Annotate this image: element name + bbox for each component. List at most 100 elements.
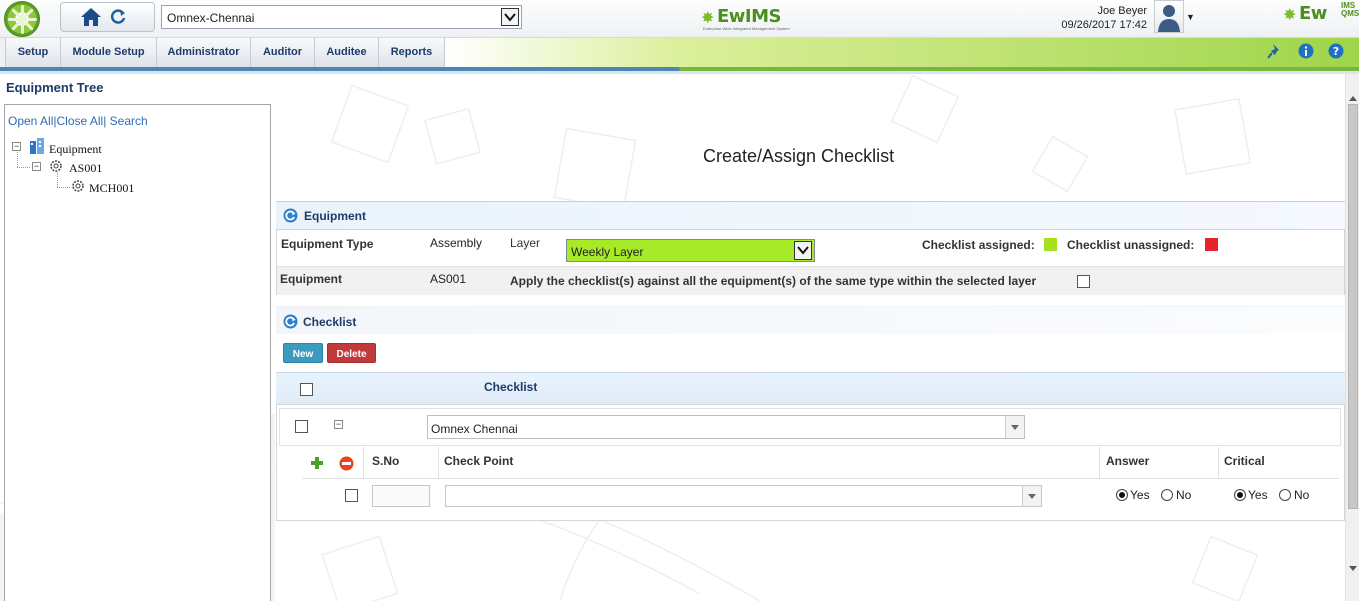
add-row-icon[interactable] (310, 456, 324, 470)
scroll-down-icon[interactable] (1349, 566, 1357, 571)
tree-connector (17, 152, 18, 167)
column-divider (363, 447, 364, 479)
column-divider (1218, 447, 1219, 479)
chevron-down-icon[interactable] (794, 241, 812, 260)
critical-no-radio[interactable] (1279, 489, 1291, 501)
checklist-unassigned-label: Checklist unassigned: (1067, 238, 1195, 252)
location-select[interactable]: Omnex-Chennai (161, 5, 522, 29)
nav-button-group (60, 2, 155, 32)
pin-icon[interactable] (1267, 43, 1283, 59)
top-header: Omnex-Chennai ✸ EwIMS Enterprise-Wide In… (0, 0, 1359, 38)
dropdown-arrow-icon[interactable] (1005, 416, 1024, 438)
info-icon[interactable] (1298, 43, 1314, 59)
column-divider (438, 447, 439, 479)
ewims-tagline: Enterprise-Wide Integrated Management Sy… (703, 26, 790, 31)
tree-title: Equipment Tree (6, 80, 104, 95)
column-divider (1099, 447, 1100, 479)
answer-no-radio[interactable] (1161, 489, 1173, 501)
refresh-icon[interactable] (283, 208, 298, 223)
svg-text:?: ? (1333, 45, 1339, 58)
select-all-checkbox[interactable] (300, 383, 313, 396)
group-row-checkbox[interactable] (295, 420, 308, 433)
equipment-row: Equipment AS001 Apply the checklist(s) a… (277, 266, 1344, 295)
equipment-label: Equipment (280, 272, 342, 286)
menu-auditee[interactable]: Auditee (315, 38, 379, 67)
gear-icon (50, 160, 62, 172)
vertical-scrollbar[interactable] (1345, 74, 1359, 601)
tree-connector (17, 167, 30, 168)
remove-row-icon[interactable] (339, 456, 354, 471)
menu-module-setup[interactable]: Module Setup (61, 38, 157, 67)
layer-select-value: Weekly Layer (571, 245, 644, 259)
tree-node-equipment[interactable]: Equipment (49, 142, 102, 157)
critical-yes-label: Yes (1248, 488, 1268, 502)
equipment-details: Equipment Type Assembly Layer Weekly Lay… (276, 229, 1345, 295)
checkpoint-row-checkbox[interactable] (345, 489, 358, 502)
equipment-type-label: Equipment Type (281, 237, 374, 251)
page-title: Create/Assign Checklist (703, 146, 895, 166)
delete-button[interactable]: Delete (327, 343, 376, 363)
checklist-section-title: Checklist (303, 315, 357, 329)
layer-label: Layer (510, 236, 541, 250)
sno-column-header: S.No (372, 454, 400, 468)
layer-select[interactable]: Weekly Layer (566, 239, 815, 262)
refresh-icon[interactable] (283, 314, 298, 329)
ewqms-superscript: IMS QMS (1341, 2, 1359, 18)
menu-auditor[interactable]: Auditor (251, 38, 315, 67)
answer-no-label: No (1176, 488, 1192, 502)
equipment-folder-icon (30, 138, 44, 154)
tree-node-mch001[interactable]: MCH001 (89, 181, 134, 196)
answer-yes-label: Yes (1130, 488, 1150, 502)
home-icon[interactable] (80, 6, 102, 28)
dropdown-arrow-icon[interactable] (1022, 486, 1041, 506)
user-menu-caret-icon[interactable]: ▼ (1186, 12, 1195, 22)
tree-connector (57, 172, 58, 187)
gear-icon (72, 180, 84, 192)
group-collapse-icon[interactable]: − (334, 420, 343, 429)
answer-column-header: Answer (1106, 454, 1150, 468)
new-button[interactable]: New (283, 343, 323, 363)
assigned-legend-swatch (1044, 238, 1057, 251)
tree-collapse-icon[interactable]: − (12, 142, 21, 151)
ewqms-logo: ✸ Ew IMS QMS (1283, 2, 1359, 30)
help-icon[interactable]: ? (1328, 43, 1344, 59)
menu-administrator[interactable]: Administrator (157, 38, 251, 67)
tree-collapse-icon[interactable]: − (32, 162, 41, 171)
apply-same-type-label: Apply the checklist(s) against all the e… (510, 274, 1037, 288)
menu-setup[interactable]: Setup (5, 38, 61, 67)
critical-yes-radio[interactable] (1234, 489, 1246, 501)
chevron-down-icon[interactable] (501, 8, 519, 26)
user-avatar-icon[interactable] (1154, 0, 1184, 33)
refresh-icon[interactable] (109, 8, 127, 26)
check-point-combo[interactable] (445, 485, 1042, 507)
app-logo-icon[interactable] (4, 1, 40, 37)
checklist-section-header: Checklist (276, 306, 1345, 334)
checklist-group-combo[interactable]: Omnex Chennai (427, 415, 1025, 439)
apply-same-type-checkbox[interactable] (1077, 275, 1090, 288)
tree-links: Open All|Close All| Search (8, 114, 148, 128)
scrollbar-thumb[interactable] (1348, 104, 1358, 509)
equipment-value: AS001 (430, 272, 467, 286)
checklist-group-value: Omnex Chennai (431, 422, 518, 436)
ewims-logo: ✸ EwIMS Enterprise-Wide Integrated Manag… (701, 6, 791, 32)
open-all-link[interactable]: Open All (8, 114, 53, 128)
equipment-type-value: Assembly (430, 236, 483, 250)
answer-yes-radio[interactable] (1116, 489, 1128, 501)
search-link[interactable]: Search (110, 114, 148, 128)
main-menu-bar: Setup Module Setup Administrator Auditor… (0, 38, 1359, 68)
checkpoint-row: Yes No Yes No (302, 479, 1339, 511)
sno-input[interactable] (372, 485, 430, 507)
close-all-link[interactable]: Close All (57, 114, 104, 128)
menu-stripe-light (0, 71, 1359, 74)
user-name: Joe Beyer (1097, 5, 1147, 17)
checklist-group-row: − Omnex Chennai (279, 408, 1341, 446)
scroll-up-icon[interactable] (1349, 96, 1357, 101)
menu-reports[interactable]: Reports (379, 38, 445, 67)
critical-column-header: Critical (1224, 454, 1265, 468)
tree-connector (57, 187, 70, 188)
equipment-section-header: Equipment (276, 201, 1345, 229)
unassigned-legend-swatch (1205, 238, 1218, 251)
current-datetime: 09/26/2017 17:42 (1061, 19, 1147, 31)
tree-node-as001[interactable]: AS001 (69, 161, 102, 176)
ewims-brand-text: EwIMS (717, 6, 782, 27)
